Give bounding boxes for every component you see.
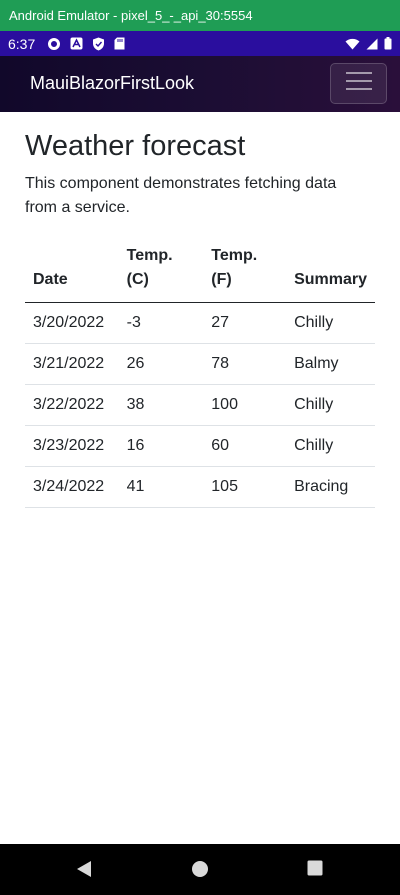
cell-temp-c: -3 (118, 302, 204, 344)
header-summary: Summary (286, 244, 375, 303)
wifi-icon (345, 38, 360, 50)
cell-summary: Chilly (286, 425, 375, 467)
cell-temp-c: 38 (118, 384, 204, 426)
app-brand[interactable]: MauiBlazorFirstLook (30, 73, 194, 94)
table-row: 3/22/2022 38 100 Chilly (25, 384, 375, 426)
cell-date: 3/24/2022 (25, 466, 119, 508)
cell-temp-f: 60 (203, 425, 287, 467)
cell-temp-f: 105 (203, 466, 287, 508)
page-title: Weather forecast (25, 130, 246, 162)
hamburger-icon (345, 70, 372, 97)
status-time: 6:37 (8, 35, 36, 52)
cell-summary: Chilly (286, 302, 375, 344)
cell-temp-f: 78 (203, 343, 287, 385)
table-row: 3/20/2022 -3 27 Chilly (25, 302, 375, 344)
header-temp-c: Temp. (C) (118, 244, 204, 303)
signal-icon (366, 38, 378, 50)
recents-icon[interactable] (307, 860, 323, 881)
cell-temp-f: 27 (203, 302, 287, 344)
sd-card-icon (114, 37, 125, 50)
emulator-title: Android Emulator - pixel_5_-_api_30:5554 (9, 8, 253, 23)
cell-temp-c: 26 (118, 343, 204, 385)
page-description: This component demonstrates fetching dat… (25, 175, 337, 216)
cell-temp-c: 16 (118, 425, 204, 467)
table-row: 3/23/2022 16 60 Chilly (25, 425, 375, 467)
forecast-table: Date Temp. (C) Temp. (F) Summary 3/20/20… (25, 244, 375, 508)
a-text-icon (70, 37, 83, 50)
battery-icon (384, 37, 392, 50)
shield-icon (92, 37, 105, 51)
back-icon[interactable] (76, 860, 92, 883)
cell-summary: Bracing (286, 466, 375, 508)
menu-toggle-button[interactable] (330, 63, 387, 104)
table-header-row: Date Temp. (C) Temp. (F) Summary (25, 244, 375, 303)
cell-date: 3/21/2022 (25, 343, 119, 385)
cell-summary: Balmy (286, 343, 375, 385)
header-temp-f: Temp. (F) (203, 244, 287, 303)
cell-date: 3/23/2022 (25, 425, 119, 467)
cell-date: 3/22/2022 (25, 384, 119, 426)
cell-date: 3/20/2022 (25, 302, 119, 344)
android-nav-bar (0, 844, 400, 895)
cell-summary: Chilly (286, 384, 375, 426)
table-row: 3/24/2022 41 105 Bracing (25, 466, 375, 508)
cell-temp-f: 100 (203, 384, 287, 426)
header-date: Date (25, 244, 119, 303)
gear-icon (47, 37, 61, 51)
home-icon[interactable] (191, 860, 209, 883)
cell-temp-c: 41 (118, 466, 204, 508)
status-bar: 6:37 (0, 31, 400, 56)
emulator-title-bar: Android Emulator - pixel_5_-_api_30:5554 (0, 0, 400, 31)
table-row: 3/21/2022 26 78 Balmy (25, 343, 375, 385)
